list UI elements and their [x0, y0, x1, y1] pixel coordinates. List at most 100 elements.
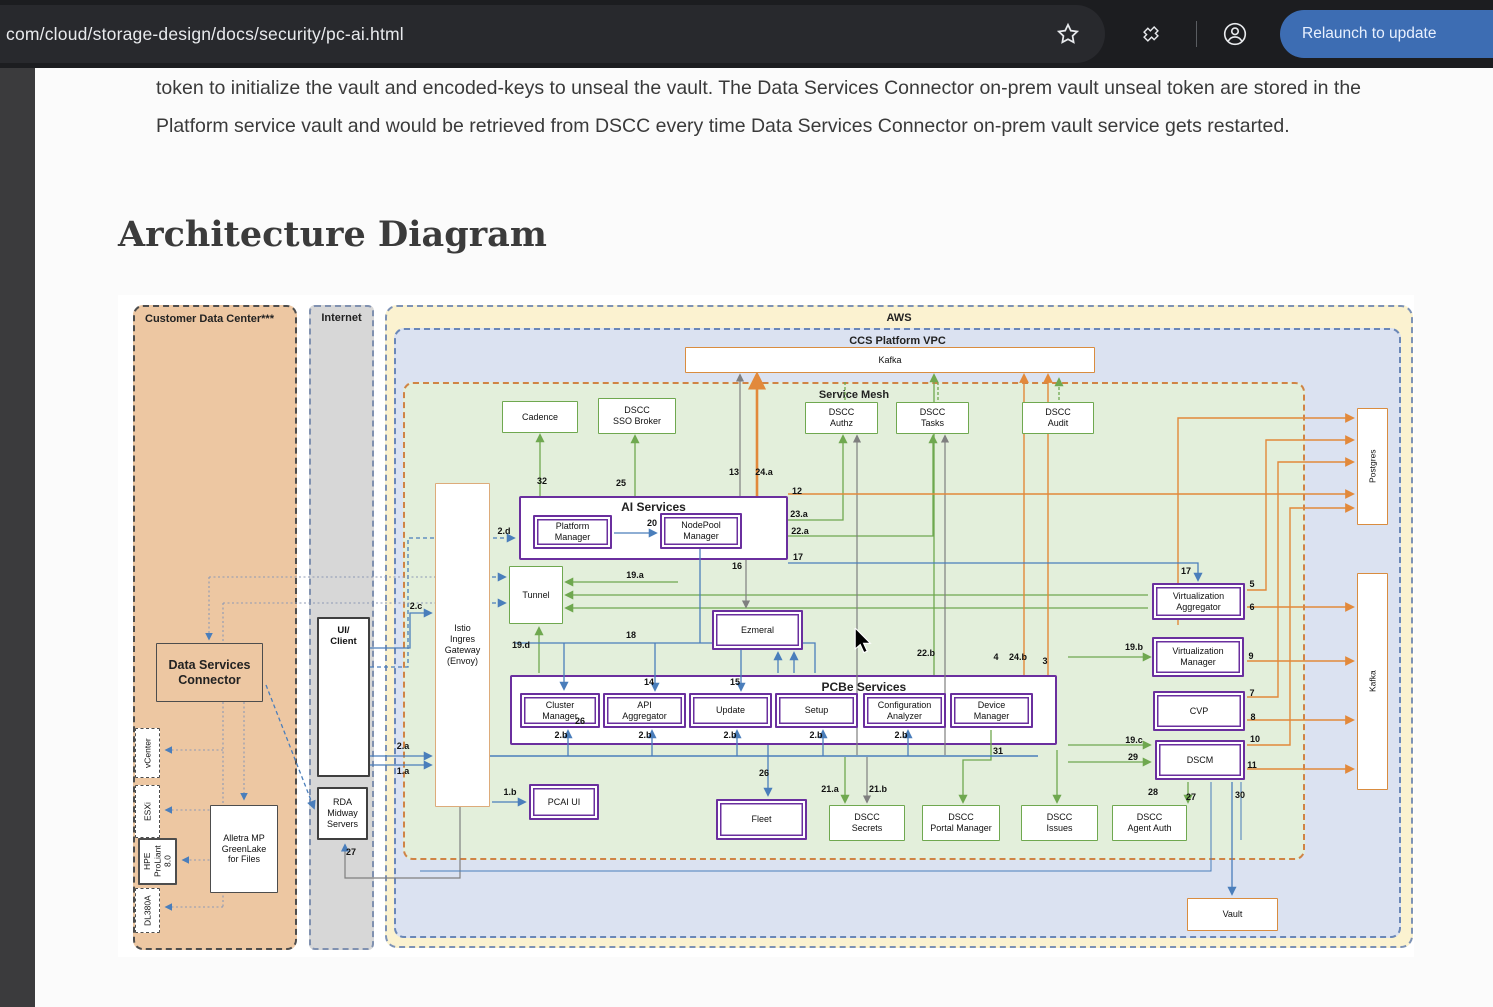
- node-rda: RDA Midway Servers: [317, 787, 368, 840]
- node-tunnel: Tunnel: [509, 566, 563, 624]
- window-edge: [0, 68, 35, 1007]
- edge-label-2.b-25: 2.b: [809, 730, 822, 740]
- node-cadence: Cadence: [502, 401, 578, 433]
- node-dsc: Data Services Connector: [156, 643, 263, 702]
- node-dscm: DSCM: [1155, 740, 1245, 780]
- edge-label-19.b-38: 19.b: [1125, 642, 1143, 652]
- node-config-analyzer: Configuration Analyzer: [863, 693, 946, 728]
- edge-label-7-40: 7: [1249, 688, 1254, 698]
- node-setup: Setup: [775, 693, 858, 728]
- edge-label-12-4: 12: [792, 486, 802, 496]
- node-dscc-secrets: DSCC Secrets: [829, 805, 905, 841]
- architecture-diagram: Customer Data Center*** Internet AWS CCS…: [118, 295, 1414, 957]
- edge-label-21.b-33: 21.b: [869, 784, 887, 794]
- edge-label-5-36: 5: [1249, 579, 1254, 589]
- edge-label-28-46: 28: [1148, 787, 1158, 797]
- node-vault: Vault: [1187, 898, 1278, 931]
- node-virt-aggregator: Virtualization Aggregator: [1152, 583, 1245, 620]
- edge-label-19.a-10: 19.a: [626, 570, 644, 580]
- node-platform-manager: Platform Manager: [533, 515, 612, 549]
- edge-label-2.b-26: 2.b: [894, 730, 907, 740]
- edge-label-20-8: 20: [647, 518, 657, 528]
- node-esxi: ESXi: [135, 785, 160, 838]
- edge-label-18-13: 18: [626, 630, 636, 640]
- node-ui-client: UI/ Client: [317, 617, 370, 777]
- node-cluster-manager: Cluster Manager: [520, 693, 600, 728]
- edge-label-31-27: 31: [993, 746, 1003, 756]
- edge-label-24.b-17: 24.b: [1009, 652, 1027, 662]
- node-virt-manager: Virtualization Manager: [1152, 637, 1244, 677]
- url-bar[interactable]: com/cloud/storage-design/docs/security/p…: [0, 5, 1105, 63]
- node-dscc-issues: DSCC Issues: [1021, 805, 1098, 841]
- node-fleet: Fleet: [716, 799, 807, 840]
- node-cvp: CVP: [1153, 691, 1245, 731]
- edge-label-26-31: 26: [759, 768, 769, 778]
- edge-label-15-20: 15: [730, 677, 740, 687]
- edge-label-21.a-32: 21.a: [821, 784, 839, 794]
- url-text[interactable]: com/cloud/storage-design/docs/security/p…: [6, 5, 404, 63]
- node-ezmeral: Ezmeral: [712, 610, 803, 650]
- edge-label-24.a-3: 24.a: [755, 467, 773, 477]
- edge-label-6-37: 6: [1249, 602, 1254, 612]
- edge-label-29-44: 29: [1128, 752, 1138, 762]
- edge-label-16-11: 16: [732, 561, 742, 571]
- node-postgres: Postgres: [1357, 408, 1388, 525]
- edge-label-22.b-15: 22.b: [917, 648, 935, 658]
- node-dscc-authz: DSCC Authz: [805, 402, 878, 434]
- edge-label-3-18: 3: [1042, 656, 1047, 666]
- edge-label-26-21: 26: [575, 716, 585, 726]
- relaunch-to-update-button[interactable]: Relaunch to update: [1280, 10, 1493, 58]
- edge-label-19.d-14: 19.d: [512, 640, 530, 650]
- node-dscc-agent-auth: DSCC Agent Auth: [1112, 805, 1187, 841]
- node-nodepool-manager: NodePool Manager: [660, 513, 742, 549]
- edge-label-17-7: 17: [793, 552, 803, 562]
- edge-label-1.b-30: 1.b: [503, 787, 516, 797]
- node-device-manager: Device Manager: [950, 693, 1033, 728]
- edge-label-2.b-23: 2.b: [638, 730, 651, 740]
- page-title: Architecture Diagram: [118, 214, 547, 255]
- edge-label-11-45: 11: [1247, 760, 1257, 770]
- mouse-cursor: [853, 628, 877, 661]
- node-update: Update: [689, 693, 772, 728]
- edge-label-2.b-22: 2.b: [554, 730, 567, 740]
- edge-label-13-2: 13: [729, 467, 739, 477]
- edge-label-4-16: 4: [993, 652, 998, 662]
- edge-label-2.c-12: 2.c: [410, 601, 423, 611]
- profile-icon[interactable]: [1222, 21, 1248, 47]
- extensions-icon[interactable]: [1138, 21, 1164, 47]
- node-kafka-right: Kafka: [1357, 573, 1388, 790]
- body-paragraph: token to initialize the vault and encode…: [156, 69, 1428, 145]
- edge-label-1.a-29: 1.a: [397, 766, 410, 776]
- edge-label-14-19: 14: [644, 677, 654, 687]
- node-dscc-portal-manager: DSCC Portal Manager: [922, 805, 1000, 841]
- edge-label-32-0: 32: [537, 476, 547, 486]
- node-dscc-tasks: DSCC Tasks: [896, 402, 969, 434]
- edge-label-30-48: 30: [1235, 790, 1245, 800]
- node-alletra: Alletra MP GreenLake for Files: [210, 805, 278, 893]
- bookmark-star-icon[interactable]: [1055, 21, 1081, 47]
- node-hpe: HPE ProLiant 8.0: [138, 838, 177, 885]
- node-pcai-ui: PCAI UI: [529, 784, 599, 820]
- page-content: token to initialize the vault and encode…: [35, 68, 1493, 1007]
- edge-label-8-41: 8: [1250, 712, 1255, 722]
- edge-label-19.c-42: 19.c: [1125, 735, 1143, 745]
- edge-label-27-47: 27: [1186, 792, 1196, 802]
- edge-label-25-1: 25: [616, 478, 626, 488]
- node-kafka-top: Kafka: [685, 347, 1095, 373]
- node-vcenter: vCenter: [135, 728, 160, 778]
- edge-label-9-39: 9: [1248, 651, 1253, 661]
- node-dl380a: DL380A: [135, 888, 160, 933]
- toolbar-divider: [1196, 21, 1197, 47]
- edge-label-10-43: 10: [1250, 734, 1260, 744]
- edge-label-27-34: 27: [346, 847, 356, 857]
- node-istio: Istio Ingres Gateway (Envoy): [435, 483, 490, 807]
- edge-label-2.a-28: 2.a: [397, 741, 410, 751]
- node-dscc-audit: DSCC Audit: [1022, 402, 1094, 434]
- edge-label-2.d-9: 2.d: [497, 526, 510, 536]
- edge-label-23.a-5: 23.a: [790, 509, 808, 519]
- edge-label-17-35: 17: [1181, 566, 1191, 576]
- node-dscc-sso-broker: DSCC SSO Broker: [598, 398, 676, 434]
- edge-label-22.a-6: 22.a: [791, 526, 809, 536]
- node-api-aggregator: API Aggregator: [603, 693, 686, 728]
- browser-toolbar: com/cloud/storage-design/docs/security/p…: [0, 0, 1493, 68]
